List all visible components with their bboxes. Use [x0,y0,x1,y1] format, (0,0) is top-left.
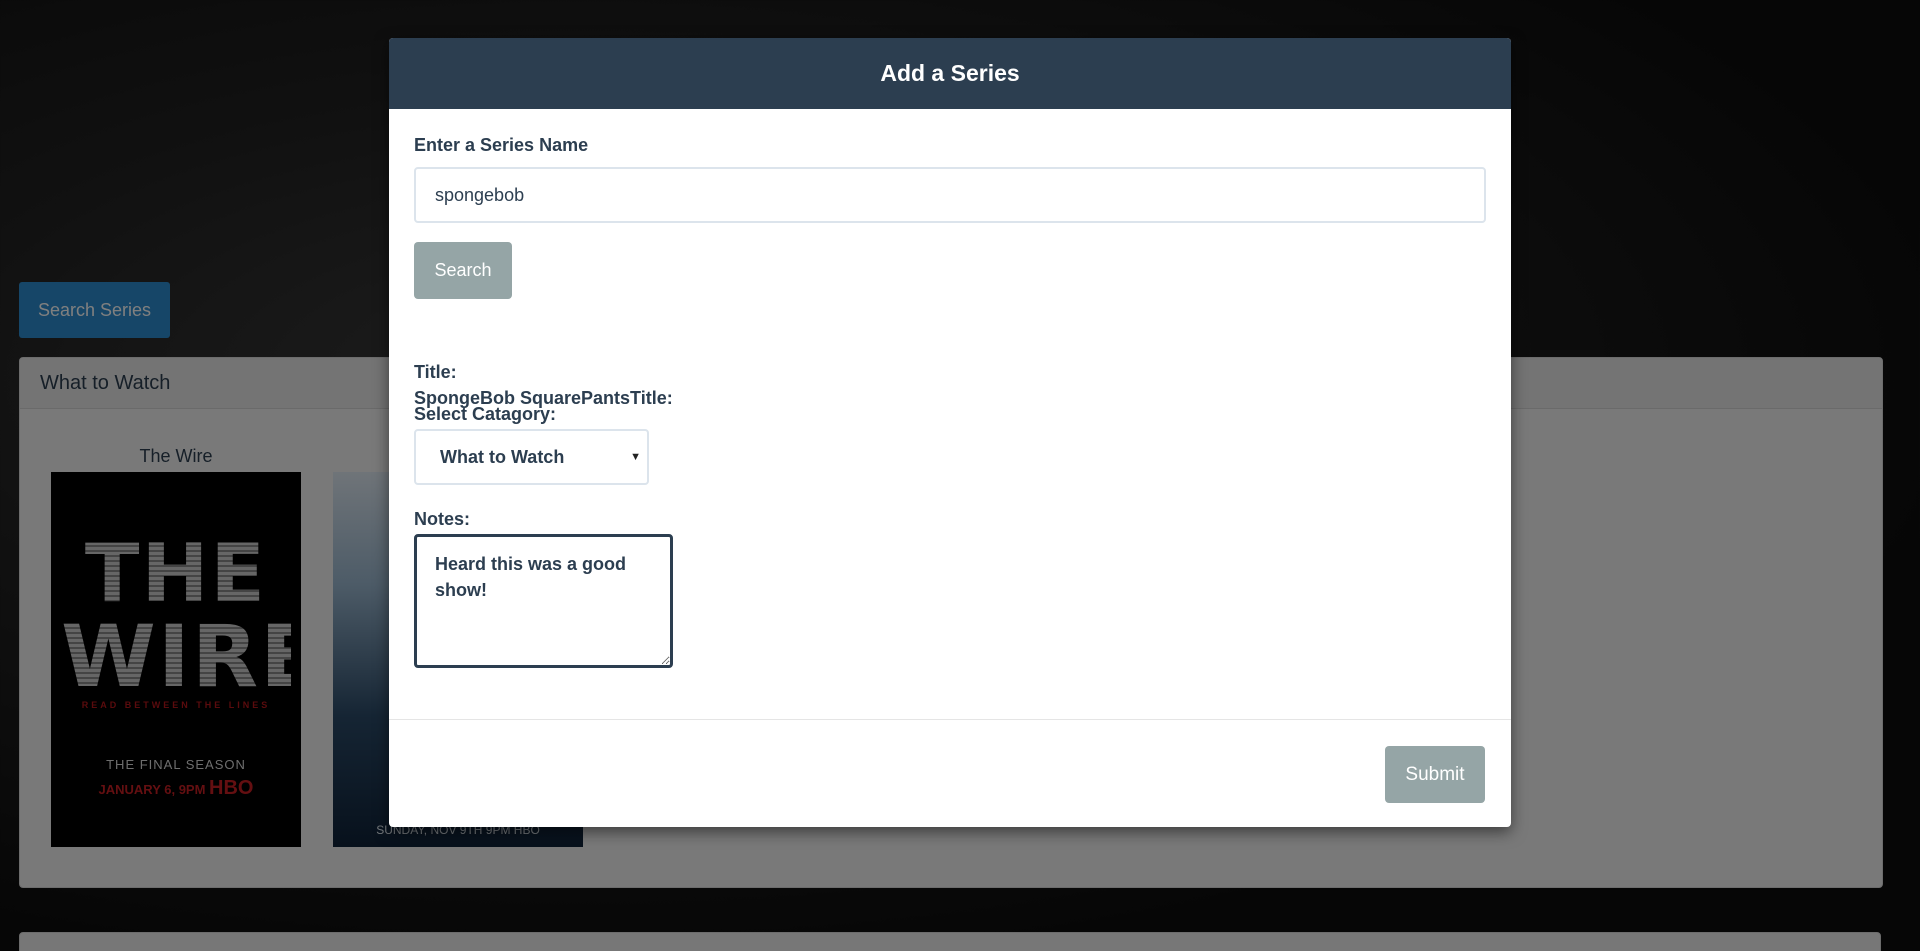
category-label: Select Catagory: [414,404,557,424]
category-select[interactable]: What to Watch ▼ [414,429,649,485]
chevron-down-icon: ▼ [630,451,641,463]
series-name-label: Enter a Series Name [414,135,589,155]
add-series-modal: Add a Series Enter a Series Name Search … [389,38,1511,827]
category-selected-value: What to Watch [440,447,565,467]
submit-button[interactable]: Submit [1385,746,1485,803]
notes-label: Notes: [414,509,471,529]
result-title-label: Title: [414,362,457,382]
modal-footer: Submit [389,719,1511,827]
notes-textarea[interactable]: Heard this was a good show! [414,534,673,668]
series-name-input[interactable] [414,167,1486,223]
search-button[interactable]: Search [414,242,512,299]
modal-title: Add a Series [389,38,1511,109]
